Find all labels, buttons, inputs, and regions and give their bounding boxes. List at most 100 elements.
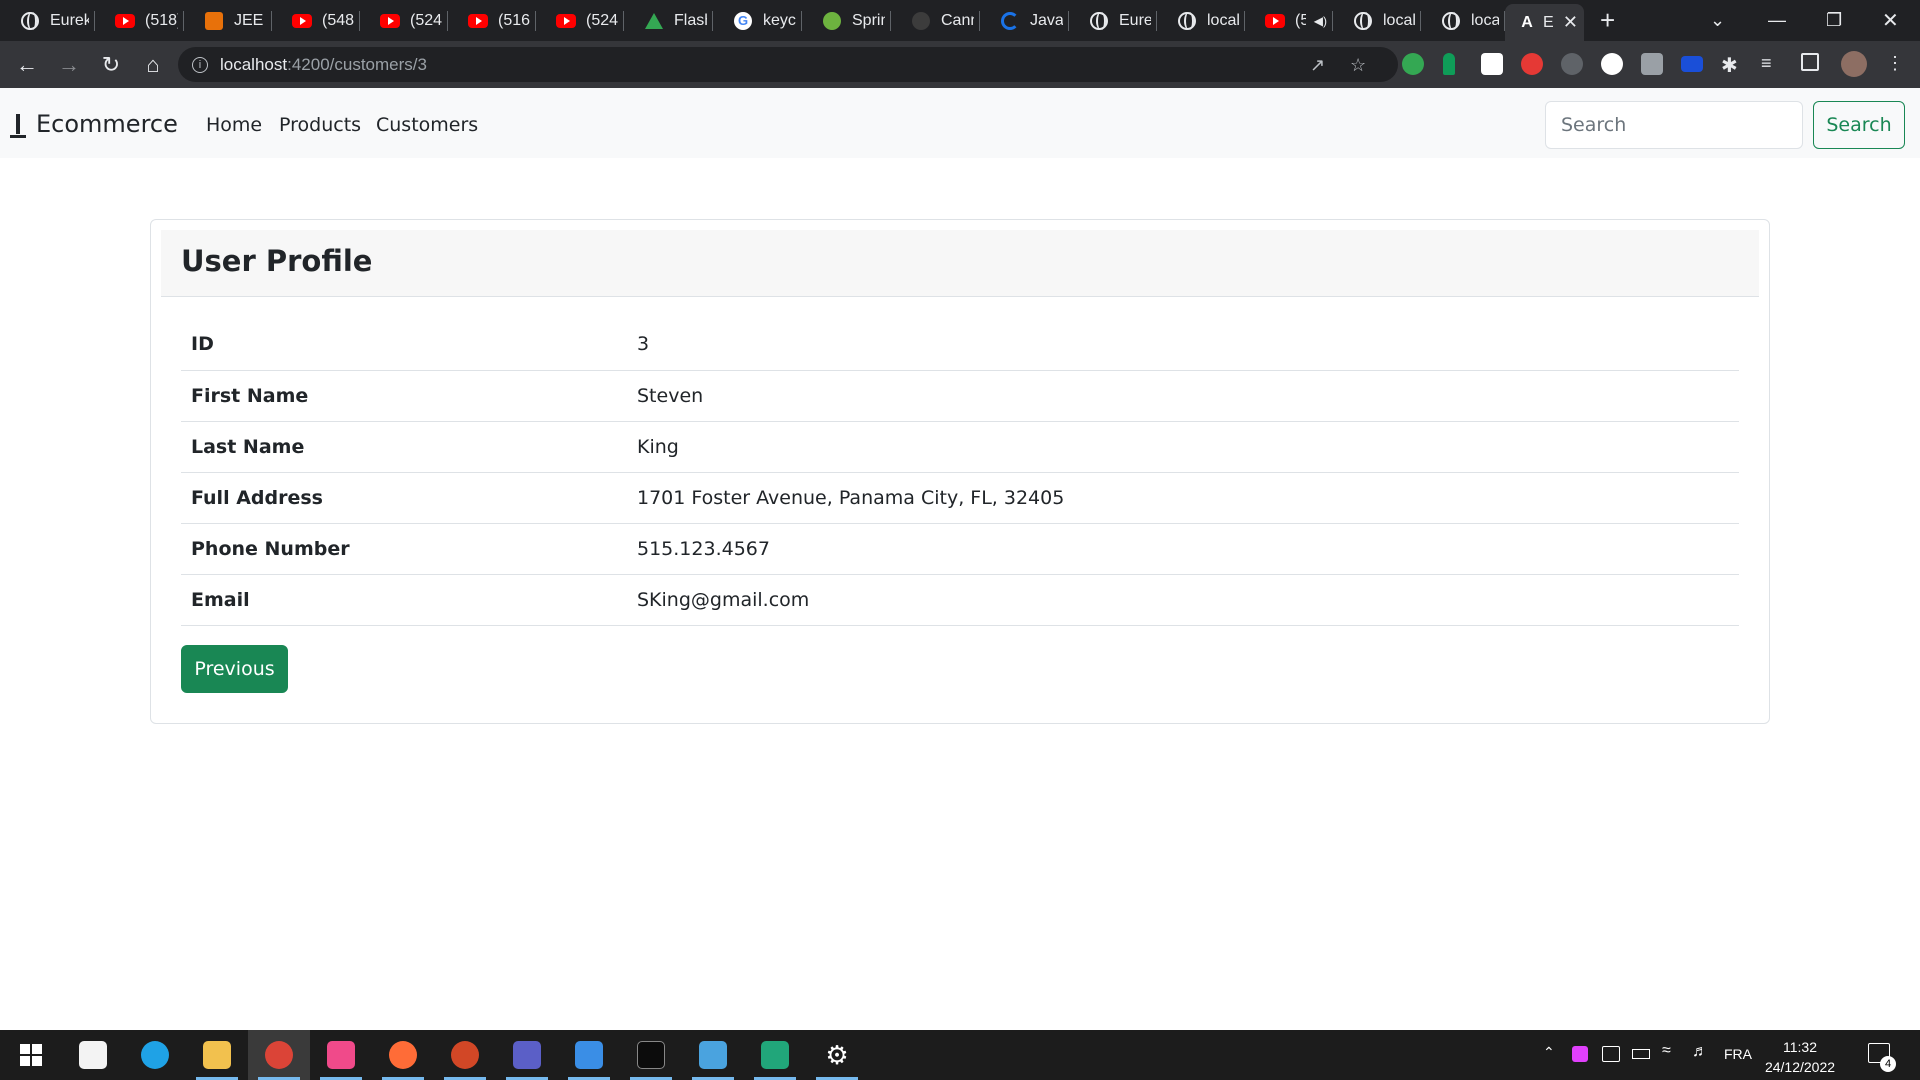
field-value: 515.123.4567 — [627, 523, 1739, 575]
browser-tab[interactable]: (516) — [448, 0, 536, 41]
notification-count-badge: 4 — [1880, 1056, 1896, 1072]
extension-red-icon[interactable] — [1521, 53, 1543, 75]
battery-icon[interactable] — [1632, 1049, 1650, 1059]
browser-toolbar: ← → ↻ ⌂ i localhost:4200/customers/3 ↗ ☆… — [0, 41, 1920, 88]
new-tab-icon[interactable]: + — [1600, 5, 1615, 36]
terminal-icon[interactable] — [620, 1030, 682, 1080]
extension-zip-icon[interactable] — [1681, 56, 1703, 72]
extensions-puzzle-icon[interactable]: ✱ — [1721, 53, 1743, 77]
extension-image-icon[interactable] — [1641, 53, 1663, 75]
previous-button[interactable]: Previous — [181, 645, 288, 693]
file-explorer-icon[interactable] — [186, 1030, 248, 1080]
postman-icon[interactable] — [372, 1030, 434, 1080]
speaker-icon: ◀) — [1313, 13, 1327, 28]
tray-app-icon[interactable] — [1572, 1046, 1588, 1062]
volume-icon[interactable]: ♬ — [1692, 1043, 1708, 1061]
browser-tab-active[interactable]: AEc✕ — [1505, 4, 1584, 41]
side-panel-icon[interactable] — [1801, 53, 1819, 71]
field-label: Phone Number — [181, 523, 627, 575]
windows-taskbar: ⚙ ⌃ ≈ ♬ FRA 11:32 24/12/2022 4 — [0, 1030, 1920, 1080]
windows-start-icon[interactable] — [0, 1030, 62, 1080]
browser-tab[interactable]: (5 ◀) — [1245, 0, 1333, 41]
wifi-icon[interactable]: ≈ — [1662, 1042, 1671, 1060]
intellij-idea-icon[interactable] — [310, 1030, 372, 1080]
browser-tab[interactable]: (548) — [272, 0, 360, 41]
table-row: Full Address 1701 Foster Avenue, Panama C… — [181, 472, 1739, 524]
bookmark-star-icon[interactable]: ☆ — [1350, 55, 1366, 76]
extension-b-icon[interactable] — [1481, 53, 1503, 75]
nav-link-customers[interactable]: Customers — [376, 114, 478, 136]
table-row: First Name Steven — [181, 370, 1739, 422]
control-panel-icon[interactable] — [682, 1030, 744, 1080]
browser-tab[interactable]: (518) — [95, 0, 184, 41]
browser-tab[interactable]: (524) — [536, 0, 624, 41]
browser-tab[interactable]: Java S — [980, 0, 1069, 41]
nav-link-products[interactable]: Products — [279, 114, 361, 136]
language-indicator[interactable]: FRA — [1724, 1046, 1752, 1062]
minimize-icon[interactable]: — — [1768, 0, 1786, 41]
extension-pin-icon[interactable] — [1443, 53, 1455, 75]
browser-tab[interactable]: Eurek — [0, 0, 95, 41]
browser-tab[interactable]: Sprin — [802, 0, 891, 41]
browser-tab[interactable]: Eurek — [1069, 0, 1157, 41]
kebab-menu-icon[interactable]: ⋮ — [1886, 53, 1908, 75]
search-input[interactable] — [1545, 101, 1803, 149]
nav-link-home[interactable]: Home — [206, 114, 262, 136]
app-green-icon[interactable] — [744, 1030, 806, 1080]
app-navbar: Ecommerce Home Products Customers Search — [0, 88, 1920, 158]
field-label: Last Name — [181, 421, 627, 473]
extension-circle-icon[interactable] — [1601, 53, 1623, 75]
powerpoint-icon[interactable] — [434, 1030, 496, 1080]
angular-icon: A — [1521, 13, 1533, 31]
forward-arrow-icon[interactable]: → — [49, 45, 89, 85]
browser-tab[interactable]: Cann — [891, 0, 980, 41]
close-tab-icon[interactable]: ✕ — [1563, 12, 1578, 33]
chrome-icon[interactable] — [248, 1030, 310, 1080]
home-icon[interactable]: ⌂ — [133, 45, 173, 85]
browser-tab-bar: Eurek (518) JEE et (548) (524) (516) (52… — [0, 0, 1920, 41]
github-icon — [911, 11, 931, 31]
profile-details-table: ID 3 First Name Steven Last Name King Full … — [181, 319, 1739, 626]
globe-icon — [1177, 11, 1197, 31]
browser-tab[interactable]: Gkeycl — [713, 0, 802, 41]
user-profile-card: User Profile ID 3 First Name Steven Last N… — [150, 219, 1770, 724]
browser-tab[interactable]: localh — [1157, 0, 1245, 41]
settings-gear-icon[interactable]: ⚙ — [806, 1030, 868, 1080]
tray-display-icon[interactable] — [1602, 1046, 1620, 1062]
site-info-icon[interactable]: i — [192, 56, 208, 73]
clock[interactable]: 11:32 24/12/2022 — [1760, 1037, 1840, 1077]
teams-icon[interactable] — [496, 1030, 558, 1080]
youtube-icon — [380, 11, 400, 31]
restore-icon[interactable]: ❐ — [1826, 0, 1842, 41]
reload-icon[interactable]: ↻ — [91, 45, 131, 85]
search-button[interactable]: Search — [1813, 101, 1905, 149]
browser-tab[interactable]: JEE et — [184, 0, 272, 41]
spring-icon — [822, 11, 842, 31]
extension-shield-icon[interactable] — [1402, 53, 1424, 75]
browser-tab[interactable]: locall — [1421, 0, 1505, 41]
profile-avatar[interactable] — [1841, 51, 1867, 77]
tab-search-chevron-icon[interactable]: ⌄ — [1710, 0, 1725, 41]
extension-gray-icon[interactable] — [1561, 53, 1583, 75]
browser-tab[interactable]: Flash — [624, 0, 713, 41]
window-close-icon[interactable]: ✕ — [1882, 0, 1899, 41]
edge-browser-icon[interactable] — [124, 1030, 186, 1080]
brand-link[interactable]: Ecommerce — [10, 110, 178, 138]
microsoft-store-icon[interactable] — [62, 1030, 124, 1080]
browser-tab[interactable]: (524) — [360, 0, 448, 41]
back-arrow-icon[interactable]: ← — [7, 45, 47, 85]
globe-icon — [20, 11, 40, 31]
field-value: SKing@gmail.com — [627, 574, 1739, 626]
browser-tab[interactable]: localh — [1333, 0, 1421, 41]
card-title: User Profile — [181, 244, 373, 278]
google-drive-icon — [644, 11, 664, 31]
address-bar[interactable]: i localhost:4200/customers/3 ↗ ☆ — [178, 47, 1398, 82]
reading-list-icon[interactable]: ≡ — [1761, 53, 1783, 75]
tray-chevron-up-icon[interactable]: ⌃ — [1543, 1044, 1555, 1061]
table-row: ID 3 — [181, 319, 1739, 371]
field-label: Full Address — [181, 472, 627, 524]
card-header: User Profile — [161, 230, 1759, 297]
youtube-icon — [292, 11, 312, 31]
share-icon[interactable]: ↗ — [1310, 55, 1325, 76]
photos-icon[interactable] — [558, 1030, 620, 1080]
